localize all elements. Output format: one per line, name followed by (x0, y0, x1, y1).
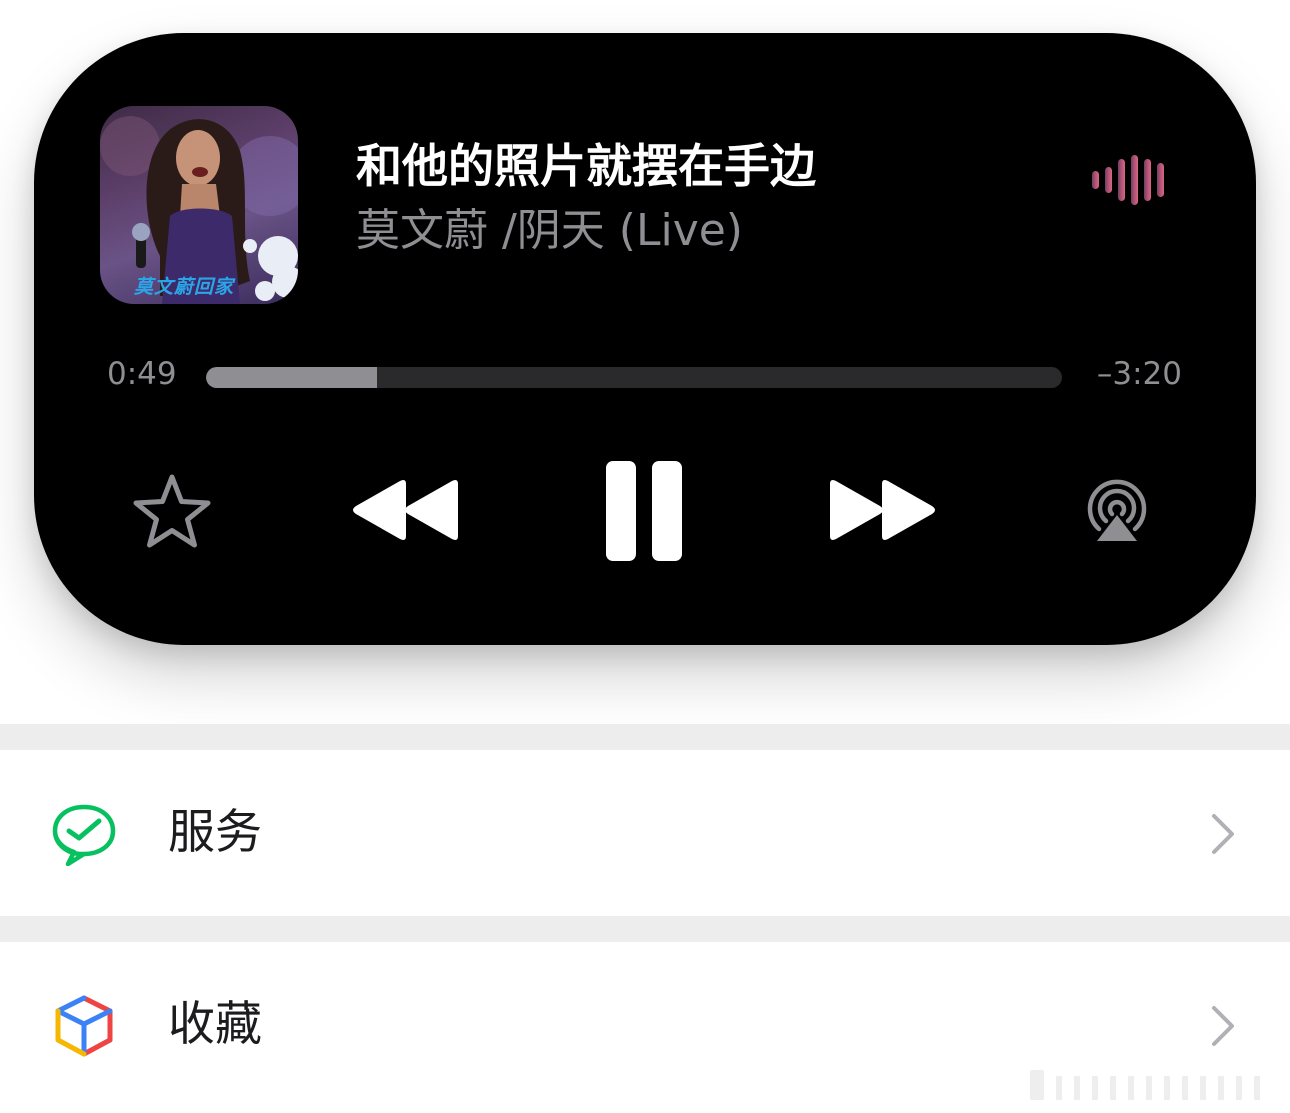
chevron-right-icon (1212, 1006, 1234, 1046)
watermark-decoration (1030, 1070, 1260, 1100)
section-separator (0, 724, 1290, 750)
album-logo-text: 莫文蔚回家 (134, 276, 235, 298)
forward-icon (830, 480, 935, 540)
progress-fill (206, 367, 378, 388)
section-separator (0, 916, 1290, 942)
backward-icon (353, 480, 458, 540)
waveform-icon (1092, 155, 1164, 205)
favorite-button[interactable] (130, 471, 214, 551)
airplay-button[interactable] (1082, 477, 1152, 543)
star-icon (133, 474, 211, 548)
song-title: 和他的照片就摆在手边 (356, 139, 816, 193)
airplay-audio-icon (1087, 479, 1147, 541)
menu-item-label: 服务 (168, 805, 262, 860)
album-artwork[interactable]: 莫文蔚回家 (100, 106, 298, 304)
now-playing-widget[interactable]: 莫文蔚回家 和他的照片就摆在手边 莫文蔚 /阴天 (Live) 0:49 –3:… (34, 33, 1256, 645)
progress-slider[interactable] (206, 367, 1062, 388)
pause-icon (606, 461, 682, 561)
elapsed-time: 0:49 (107, 356, 177, 392)
artist-album: 莫文蔚 /阴天 (Live) (356, 205, 743, 256)
remaining-time: –3:20 (1096, 356, 1182, 392)
chevron-right-icon (1212, 814, 1234, 854)
menu-item-services[interactable]: 服务 (0, 750, 1290, 916)
favorites-cube-icon (55, 995, 113, 1057)
rewind-button[interactable] (348, 473, 462, 547)
menu-item-label: 收藏 (168, 997, 262, 1052)
forward-button[interactable] (826, 473, 940, 547)
services-check-icon (52, 804, 116, 866)
pause-button[interactable] (604, 459, 684, 563)
